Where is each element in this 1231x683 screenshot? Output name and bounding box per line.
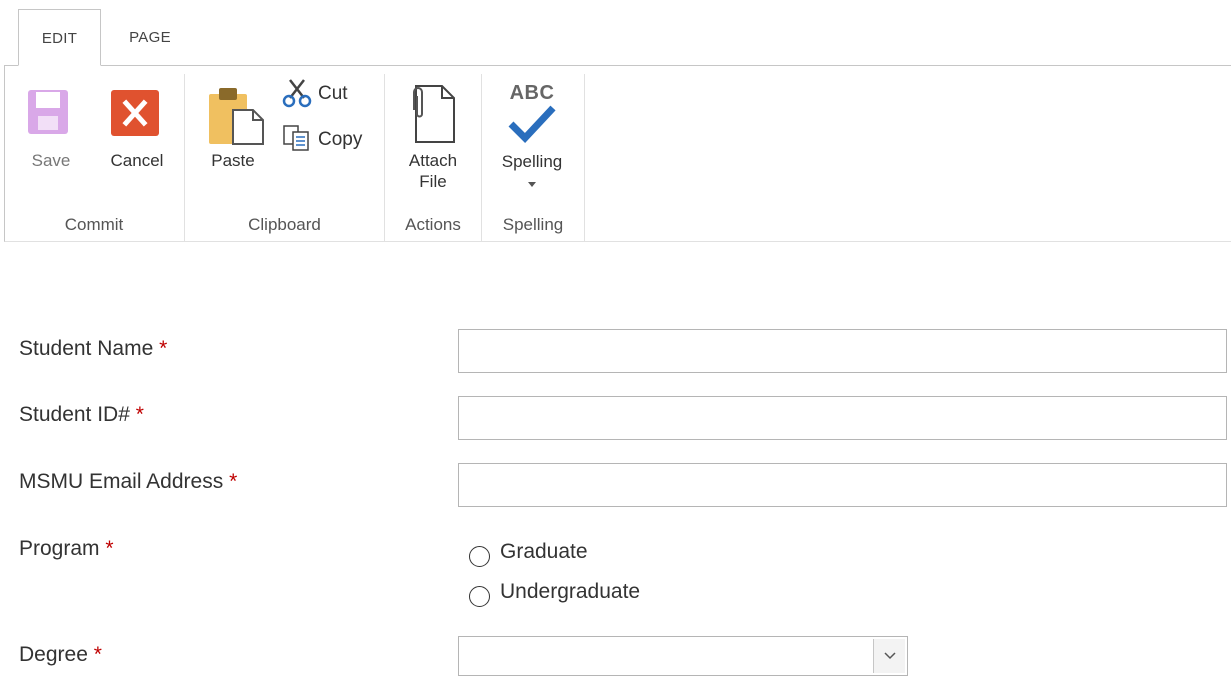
radio-undergraduate[interactable] (469, 586, 490, 607)
copy-label: Copy (318, 129, 363, 150)
chevron-down-icon (528, 182, 536, 187)
save-label: Save (31, 151, 71, 170)
program-label-text: Program (19, 537, 100, 560)
attach-label-line2: File (419, 172, 447, 191)
group-label-spelling: Spelling (502, 215, 564, 234)
paste-button[interactable]: Paste (200, 84, 266, 184)
degree-label-text: Degree (19, 643, 88, 666)
cut-label: Cut (318, 83, 348, 104)
paste-icon (209, 88, 264, 145)
required-marker: * (135, 403, 144, 426)
email-label-text: MSMU Email Address (19, 470, 224, 493)
program-label: Program * (19, 537, 114, 561)
save-icon (28, 90, 68, 134)
spelling-button[interactable]: ABC Spelling (490, 80, 574, 198)
group-label-actions: Actions (405, 215, 461, 234)
required-marker: * (105, 537, 114, 560)
radio-graduate-label: Graduate (500, 540, 588, 563)
ribbon-tab-bar: EDIT PAGE (0, 0, 1231, 66)
group-label-commit: Commit (64, 215, 124, 234)
attach-file-button[interactable]: Attach File (394, 84, 472, 196)
student-name-label-text: Student Name (19, 337, 154, 360)
student-name-input[interactable] (458, 329, 1227, 373)
radio-graduate[interactable] (469, 546, 490, 567)
student-id-label: Student ID# * (19, 403, 144, 427)
paste-label: Paste (211, 151, 255, 170)
spelling-label: Spelling (501, 152, 563, 171)
required-marker: * (229, 470, 238, 493)
degree-dropdown-button[interactable] (873, 639, 905, 673)
degree-select[interactable] (458, 636, 908, 676)
save-button[interactable]: Save (22, 84, 80, 184)
tab-page[interactable]: PAGE (110, 9, 190, 66)
cancel-label: Cancel (110, 151, 164, 170)
email-label: MSMU Email Address * (19, 470, 237, 494)
spelling-check-icon (508, 105, 556, 144)
required-marker: * (93, 643, 102, 666)
chevron-down-icon (884, 652, 896, 660)
email-input[interactable] (458, 463, 1227, 507)
attach-file-icon (413, 85, 455, 143)
cut-button[interactable]: Cut (282, 78, 362, 110)
required-marker: * (159, 337, 168, 360)
group-separator (584, 74, 585, 242)
student-name-label: Student Name * (19, 337, 167, 361)
attach-label-line1: Attach (408, 151, 458, 170)
degree-label: Degree * (19, 643, 102, 667)
spelling-abc-text: ABC (509, 82, 555, 104)
tab-edit[interactable]: EDIT (18, 9, 101, 66)
cancel-icon (111, 90, 159, 136)
copy-button[interactable]: Copy (282, 124, 372, 156)
radio-undergraduate-label: Undergraduate (500, 580, 641, 603)
student-id-label-text: Student ID# (19, 403, 130, 426)
cancel-button[interactable]: Cancel (102, 84, 172, 184)
copy-icon (283, 125, 309, 151)
student-id-input[interactable] (458, 396, 1227, 440)
group-label-clipboard: Clipboard (248, 215, 321, 234)
scissors-icon (282, 79, 312, 108)
